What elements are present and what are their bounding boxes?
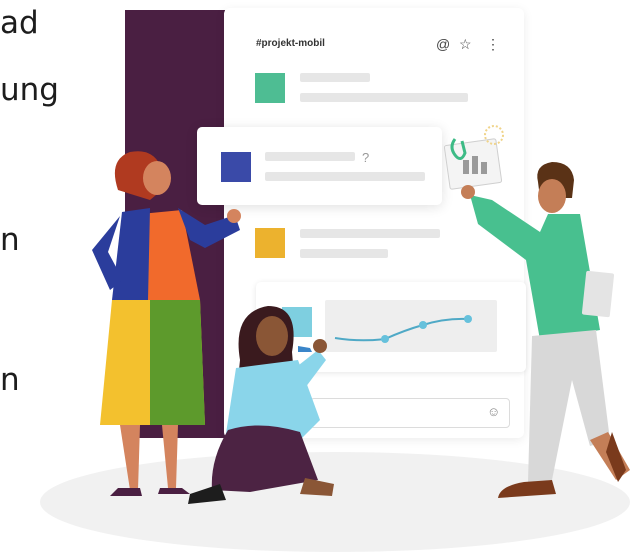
woman-standing-figure	[92, 151, 241, 496]
illustration-layer	[92, 125, 630, 504]
woman-kneeling-figure	[188, 306, 334, 504]
document-icon	[443, 125, 504, 190]
chart-line	[334, 315, 472, 343]
man-walking-figure	[461, 162, 630, 498]
